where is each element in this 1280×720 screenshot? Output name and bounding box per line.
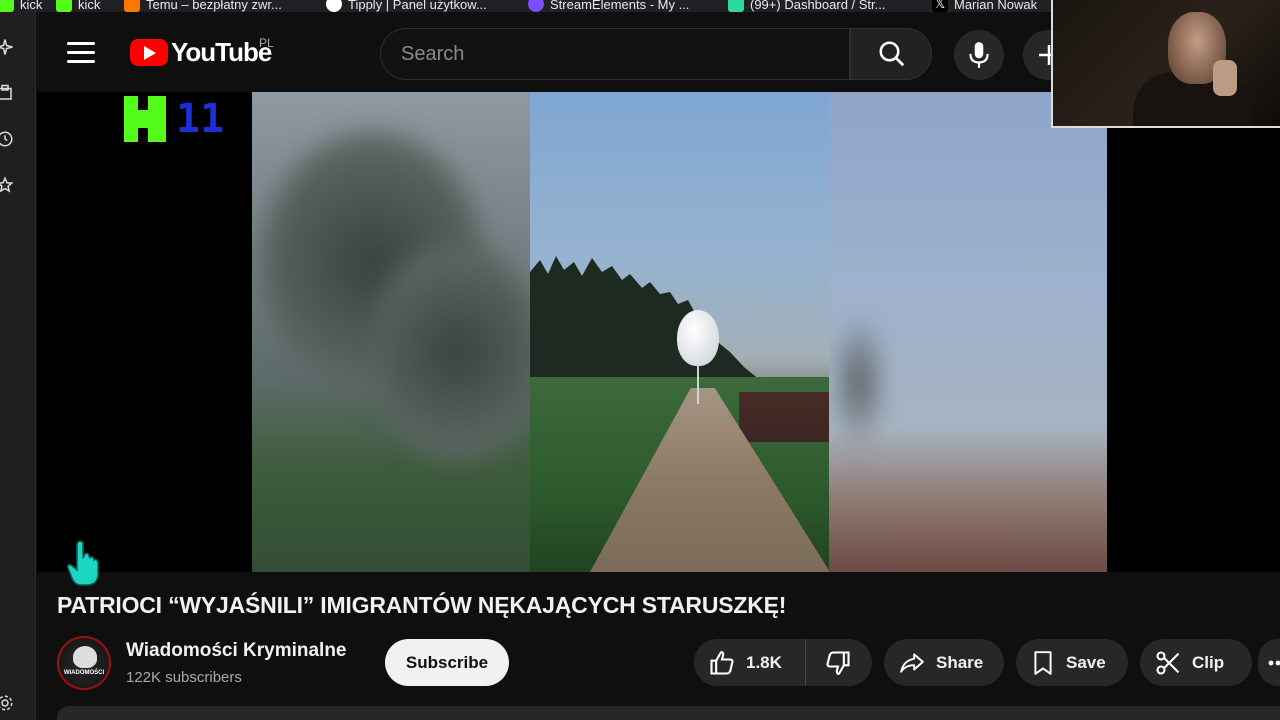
- video-title: PATRIOCI “WYJAŚNILI” IMIGRANTÓW NĘKAJĄCY…: [57, 592, 787, 618]
- video-frame-right-blur: [829, 92, 1107, 572]
- bookmark-kick-2[interactable]: kick: [56, 0, 100, 12]
- bookmark-temu[interactable]: Temu – bezpłatny zwr...: [124, 0, 282, 12]
- sparkle-icon[interactable]: [0, 38, 14, 56]
- scissors-icon: [1156, 650, 1180, 675]
- more-horizontal-icon: [1268, 660, 1280, 665]
- share-icon: [900, 652, 924, 673]
- bookmark-x-profile[interactable]: 𝕏 Marian Nowak: [932, 0, 1037, 12]
- country-code: PL: [259, 36, 274, 50]
- history-icon[interactable]: [0, 130, 14, 148]
- hamburger-menu-button[interactable]: [67, 42, 95, 66]
- search-box: [380, 28, 850, 80]
- clip-button[interactable]: Clip: [1140, 639, 1252, 686]
- youtube-logo[interactable]: YouTube: [130, 37, 272, 68]
- kick-icon: [0, 0, 14, 12]
- video-frame-left-blur: [252, 92, 530, 572]
- video-player[interactable]: 11: [37, 92, 1280, 572]
- subscribe-button[interactable]: Subscribe: [385, 639, 509, 686]
- dislike-button[interactable]: [806, 639, 870, 686]
- thumbs-up-icon: [710, 650, 734, 675]
- bookmark-kick-1[interactable]: kick: [0, 0, 42, 12]
- more-actions-button[interactable]: [1258, 639, 1280, 686]
- channel-name[interactable]: Wiadomości Kryminalne: [126, 640, 347, 662]
- search-icon: [879, 41, 905, 67]
- bookmark-tipply[interactable]: Tipply | Panel użytkow...: [326, 0, 487, 12]
- webcam-overlay: [1051, 0, 1280, 128]
- star-icon[interactable]: [0, 176, 14, 194]
- subscriber-count: 122K subscribers: [126, 669, 242, 686]
- temu-icon: [124, 0, 140, 12]
- save-button[interactable]: Save: [1016, 639, 1128, 686]
- search-input[interactable]: [381, 29, 849, 79]
- balloon: [677, 310, 719, 366]
- shopping-icon[interactable]: [0, 84, 14, 102]
- bookmark-streamelements[interactable]: StreamElements - My ...: [528, 0, 689, 12]
- dashboard-icon: [728, 0, 744, 12]
- share-button[interactable]: Share: [884, 639, 1004, 686]
- video-frame-center: [530, 92, 829, 572]
- bookmark-dashboard[interactable]: (99+) Dashboard / Str...: [728, 0, 885, 12]
- kick-icon: [56, 0, 72, 12]
- like-dislike-group: 1.8K: [694, 639, 872, 686]
- description-box[interactable]: [57, 706, 1280, 720]
- like-button[interactable]: 1.8K: [694, 639, 806, 686]
- tipply-icon: [326, 0, 342, 12]
- browser-sidebar: [0, 12, 36, 720]
- hand-cursor-icon: [67, 540, 99, 586]
- microphone-icon: [969, 42, 989, 68]
- kick-k-logo: [124, 96, 166, 142]
- thumbs-down-icon: [826, 650, 850, 675]
- channel-avatar[interactable]: WIADOMOŚCI: [57, 636, 111, 690]
- streamelements-icon: [528, 0, 544, 12]
- voice-search-button[interactable]: [954, 30, 1004, 80]
- settings-gear-icon[interactable]: [0, 694, 14, 712]
- kick-11-overlay: 11: [124, 96, 224, 142]
- bookmark-icon: [1034, 650, 1052, 675]
- search-button[interactable]: [850, 28, 932, 80]
- like-count: 1.8K: [746, 652, 782, 672]
- x-icon: 𝕏: [932, 0, 948, 12]
- screen: { "bookmarks": [ {"label": "kick", "colo…: [0, 0, 1280, 720]
- youtube-play-icon: [130, 39, 168, 66]
